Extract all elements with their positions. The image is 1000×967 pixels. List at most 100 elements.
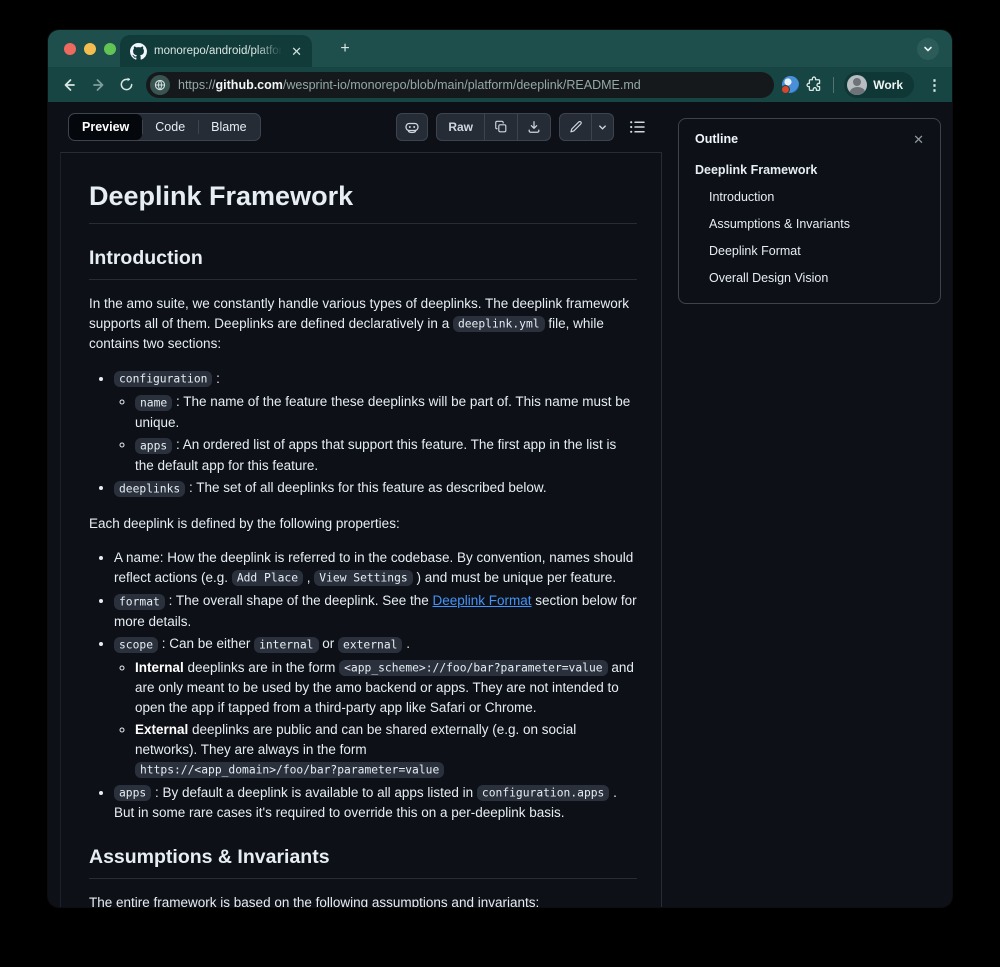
forward-icon[interactable]: [86, 73, 110, 97]
profile-chip[interactable]: Work: [844, 71, 914, 98]
list-item: External deeplinks are public and can be…: [135, 720, 637, 780]
text-run: : By default a deeplink is available to …: [151, 784, 477, 800]
inline-code: name: [135, 394, 173, 411]
browser-window: monorepo/android/platform/d ✕ + https://…: [48, 30, 952, 907]
browser-tab[interactable]: monorepo/android/platform/d ✕: [120, 35, 312, 67]
reload-icon[interactable]: [114, 73, 138, 97]
traffic-lights: [64, 43, 116, 55]
outline-title: Outline: [695, 132, 739, 146]
outline-item[interactable]: Introduction: [709, 183, 924, 210]
url-host: github.com: [215, 77, 283, 92]
close-window-button[interactable]: [64, 43, 76, 55]
list: A name: How the deeplink is referred to …: [89, 548, 637, 823]
profile-label: Work: [873, 77, 903, 92]
text-run: ) and must be unique per feature.: [412, 569, 617, 585]
inline-code: <app_scheme>://foo/bar?parameter=value: [339, 660, 608, 676]
bold-text: External: [135, 722, 189, 737]
text-run: : The name of the feature these deeplink…: [135, 394, 631, 430]
file-actions: Raw: [396, 113, 652, 141]
file-view: Preview Code Blame Raw Deeplink Framewor…: [60, 102, 662, 907]
toolbar-divider: [833, 76, 835, 93]
extensions-puzzle-icon[interactable]: [806, 76, 823, 93]
text-run: or: [318, 636, 339, 651]
text-run: : An ordered list of apps that support t…: [135, 437, 617, 473]
copilot-button[interactable]: [396, 113, 429, 141]
list-item: A name: How the deeplink is referred to …: [114, 548, 637, 588]
avatar: [847, 74, 868, 95]
tab-close-icon[interactable]: ✕: [289, 43, 304, 60]
outline-close-icon[interactable]: ✕: [913, 133, 924, 146]
tab-preview[interactable]: Preview: [69, 114, 143, 140]
tab-code[interactable]: Code: [142, 114, 198, 140]
browser-menu-icon[interactable]: ⋮: [927, 76, 942, 94]
zoom-window-button[interactable]: [104, 43, 116, 55]
site-info-globe-icon[interactable]: [150, 74, 170, 95]
text-run: : The overall shape of the deeplink. See…: [164, 593, 433, 608]
inline-code: format: [114, 593, 165, 610]
nested-list: Internal deeplinks are in the form <app_…: [114, 658, 637, 780]
list-item: configuration : name : The name of the fe…: [114, 369, 637, 476]
outline-toggle-icon[interactable]: [622, 113, 652, 141]
list-item: Internal deeplinks are in the form <app_…: [135, 658, 637, 718]
list-item: apps : By default a deeplink is availabl…: [114, 783, 637, 823]
address-bar[interactable]: https://github.com/wesprint-io/monorepo/…: [146, 71, 775, 98]
text-run: ,: [303, 569, 315, 585]
text-run: Each deeplink is defined by the followin…: [89, 515, 400, 531]
outline-item[interactable]: Deeplink Format: [709, 237, 924, 264]
url-path: /wesprint-io/monorepo/blob/main/platform…: [282, 77, 641, 92]
inline-code: apps: [114, 785, 152, 801]
view-switcher: Preview Code Blame: [68, 113, 261, 141]
github-favicon-icon: [130, 42, 147, 60]
file-body: Deeplink Framework Introduction In the amo…: [60, 152, 662, 907]
inline-code: internal: [254, 636, 319, 653]
list-item: format : The overall shape of the deepli…: [114, 591, 637, 631]
paragraph: The entire framework is based on the fol…: [89, 893, 637, 908]
list-item: name : The name of the feature these dee…: [135, 392, 637, 432]
raw-button[interactable]: Raw: [436, 113, 485, 141]
edit-pencil-icon[interactable]: [559, 113, 592, 141]
minimize-window-button[interactable]: [84, 43, 96, 55]
list-item: deeplinks : The set of all deeplinks for…: [114, 478, 637, 499]
copy-raw-icon[interactable]: [485, 113, 518, 141]
text-run: : Can be either: [158, 636, 255, 651]
inline-code: external: [338, 636, 403, 653]
inline-code: configuration.apps: [476, 785, 610, 801]
outline-panel: Outline ✕ Deeplink Framework Introduction…: [678, 118, 941, 304]
inline-code: deeplinks: [114, 480, 186, 497]
text-run: .: [402, 636, 410, 651]
inline-link[interactable]: Deeplink Format: [433, 593, 532, 608]
bold-text: Internal: [135, 659, 184, 675]
tab-title: monorepo/android/platform/d: [154, 45, 283, 57]
outline-item[interactable]: Assumptions & Invariants: [709, 210, 924, 237]
section-heading: Introduction: [89, 246, 637, 280]
inline-code: scope: [114, 636, 159, 653]
text-run: deeplinks are public and can be shared e…: [135, 722, 577, 757]
section-heading: Assumptions & Invariants: [89, 845, 637, 879]
edit-button-group: [559, 113, 614, 141]
tab-strip: monorepo/android/platform/d ✕ +: [48, 30, 952, 67]
list: configuration : name : The name of the fe…: [89, 369, 637, 499]
outline-item[interactable]: Overall Design Vision: [709, 264, 924, 291]
tab-blame[interactable]: Blame: [198, 114, 259, 140]
text-run: The entire framework is based on the fol…: [89, 894, 540, 908]
new-tab-button[interactable]: +: [334, 38, 356, 60]
tab-search-chevron-icon[interactable]: [917, 38, 939, 60]
url-text: https://github.com/wesprint-io/monorepo/…: [178, 78, 641, 92]
edit-dropdown-chevron-icon[interactable]: [592, 113, 614, 141]
file-header: Preview Code Blame Raw: [60, 102, 662, 152]
text-run: :: [212, 370, 220, 386]
back-icon[interactable]: [58, 73, 82, 97]
section-heading: Deeplink Framework: [89, 179, 637, 224]
outline-header: Outline ✕: [695, 132, 924, 146]
github-page: Preview Code Blame Raw Deeplink Framewor…: [48, 102, 952, 907]
inline-code: deeplink.yml: [452, 316, 545, 332]
text-run: : The set of all deeplinks for this feat…: [185, 480, 547, 495]
extension-badge-icon[interactable]: [781, 76, 800, 94]
inline-code: configuration: [114, 371, 213, 387]
toolbar-right-icons: Work ⋮: [781, 71, 942, 98]
outline-item[interactable]: Deeplink Framework: [695, 156, 924, 183]
nested-list: name : The name of the feature these dee…: [114, 392, 637, 475]
paragraph: In the amo suite, we constantly handle v…: [89, 294, 637, 354]
paragraph: Each deeplink is defined by the followin…: [89, 514, 637, 534]
download-icon[interactable]: [518, 113, 551, 141]
